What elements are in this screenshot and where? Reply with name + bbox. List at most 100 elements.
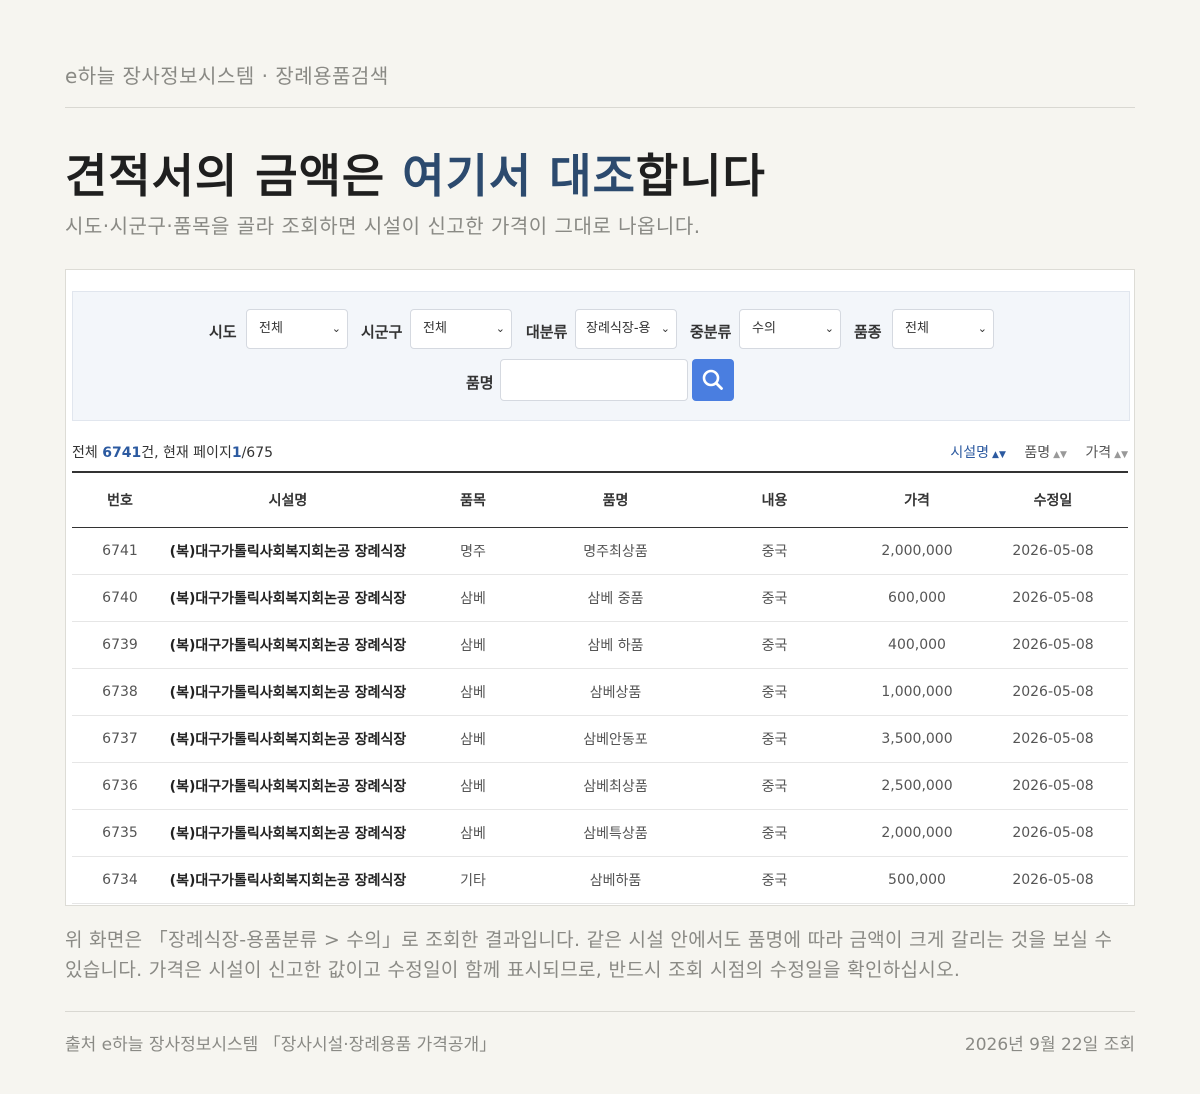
cell-facility: (복)대구가톨릭사회복지회논공 장례식장: [168, 527, 408, 575]
cell-facility: (복)대구가톨릭사회복지회논공 장례식장: [168, 668, 408, 716]
cell-price: 2,000,000: [856, 809, 978, 857]
cell-item-name: 삼베특상품: [538, 809, 693, 857]
search-button[interactable]: [692, 359, 734, 401]
total-count: 6741: [102, 445, 142, 461]
cell-modified: 2026-05-08: [978, 762, 1128, 810]
table-row[interactable]: 6735 (복)대구가톨릭사회복지회논공 장례식장 삼베 삼베특상품 중국 2,000,0…: [72, 809, 1128, 857]
title-accent: 여기서 대조: [402, 149, 636, 203]
cell-number: 6734: [72, 856, 168, 904]
cell-number: 6741: [72, 527, 168, 575]
result-count: 전체 6741건, 현재 페이지1/675: [72, 442, 273, 462]
cell-item-name: 삼베상품: [538, 668, 693, 716]
cell-facility: (복)대구가톨릭사회복지회논공 장례식장: [168, 715, 408, 763]
major-category-label: 대분류: [526, 323, 568, 341]
col-modified: 수정일: [978, 471, 1128, 528]
search-icon: [702, 369, 723, 390]
total-prefix: 전체: [72, 445, 103, 461]
table-header-row: 번호 시설명 품목 품명 내용 가격 수정일: [72, 471, 1128, 528]
cell-modified: 2026-05-08: [978, 574, 1128, 622]
divider: [65, 107, 1135, 108]
cell-modified: 2026-05-08: [978, 668, 1128, 716]
item-name-input[interactable]: [500, 359, 688, 401]
cell-item-name: 삼베안동포: [538, 715, 693, 763]
sort-controls: 시설명 ▲▼ 품명 ▲▼ 가격 ▲▼: [936, 442, 1128, 462]
cell-origin: 중국: [693, 527, 856, 575]
lookup-date: 2026년 9월 22일 조회: [964, 1035, 1135, 1055]
sort-item[interactable]: 품명 ▲▼: [1024, 445, 1067, 461]
cell-price: 600,000: [856, 574, 978, 622]
cell-category: 삼베: [408, 621, 538, 669]
sort-icon: ▲▼: [992, 450, 1006, 460]
page-subtitle: 시도·시군구·품목을 골라 조회하면 시설이 신고한 가격이 그대로 나옵니다.: [65, 214, 701, 238]
screenshot-frame: 시도 전체 ⌄ 시군구 전체 ⌄ 대분류 장례식장-용 ⌄ 중분류 수의 ⌄ 품종 전체…: [65, 269, 1135, 906]
cell-category: 삼베: [408, 809, 538, 857]
col-origin: 내용: [693, 471, 856, 528]
sort-facility[interactable]: 시설명 ▲▼: [950, 445, 1005, 461]
cell-number: 6735: [72, 809, 168, 857]
chevron-down-icon: ⌄: [331, 322, 341, 335]
cell-origin: 중국: [693, 809, 856, 857]
sigungu-value: 전체: [423, 321, 447, 336]
table-row[interactable]: 6737 (복)대구가톨릭사회복지회논공 장례식장 삼베 삼베안동포 중국 3,500,0…: [72, 715, 1128, 763]
cell-item-name: 삼베 하품: [538, 621, 693, 669]
cell-origin: 중국: [693, 574, 856, 622]
title-text-end: 합니다: [635, 149, 766, 203]
sort-price[interactable]: 가격 ▲▼: [1085, 445, 1128, 461]
col-facility: 시설명: [168, 471, 408, 528]
table-row[interactable]: 6736 (복)대구가톨릭사회복지회논공 장례식장 삼베 삼베최상품 중국 2,500,0…: [72, 762, 1128, 810]
title-text: 견적서의 금액은: [65, 149, 403, 203]
cell-number: 6740: [72, 574, 168, 622]
table-row[interactable]: 6738 (복)대구가톨릭사회복지회논공 장례식장 삼베 삼베상품 중국 1,000,00…: [72, 668, 1128, 716]
source-note: 출처 e하늘 장사정보시스템 「장사시설·장례용품 가격공개」: [65, 1035, 497, 1055]
kind-select[interactable]: 전체 ⌄: [892, 309, 994, 349]
cell-facility: (복)대구가톨릭사회복지회논공 장례식장: [168, 574, 408, 622]
cell-origin: 중국: [693, 621, 856, 669]
kind-value: 전체: [905, 321, 929, 336]
caption: 위 화면은 「장례식장-용품분류 > 수의」로 조회한 결과입니다. 같은 시설…: [65, 929, 1113, 981]
cell-price: 3,500,000: [856, 715, 978, 763]
sido-value: 전체: [259, 321, 283, 336]
chevron-down-icon: ⌄: [495, 322, 505, 335]
cell-category: 명주: [408, 527, 538, 575]
table-row[interactable]: 6739 (복)대구가톨릭사회복지회논공 장례식장 삼베 삼베 하품 중국 400,000…: [72, 621, 1128, 669]
cell-price: 400,000: [856, 621, 978, 669]
col-item-name: 품명: [538, 471, 693, 528]
middle-category-label: 중분류: [690, 323, 732, 341]
price-table: 번호 시설명 품목 품명 내용 가격 수정일 6741 (복)대구가톨릭사회복지회…: [72, 471, 1128, 904]
cell-price: 2,000,000: [856, 527, 978, 575]
divider: [65, 1011, 1135, 1012]
cell-category: 삼베: [408, 715, 538, 763]
chevron-down-icon: ⌄: [660, 322, 670, 335]
table-row[interactable]: 6741 (복)대구가톨릭사회복지회논공 장례식장 명주 명주최상품 중국 2,000,0…: [72, 527, 1128, 575]
total-suffix: 건, 현재 페이지: [141, 445, 232, 461]
cell-price: 500,000: [856, 856, 978, 904]
cell-category: 삼베: [408, 668, 538, 716]
sort-price-label: 가격: [1085, 445, 1112, 461]
total-pages: /675: [241, 445, 274, 461]
cell-category: 기타: [408, 856, 538, 904]
cell-number: 6739: [72, 621, 168, 669]
cell-item-name: 삼베 중품: [538, 574, 693, 622]
cell-facility: (복)대구가톨릭사회복지회논공 장례식장: [168, 762, 408, 810]
breadcrumb: e하늘 장사정보시스템 · 장례용품검색: [65, 64, 389, 88]
sigungu-select[interactable]: 전체 ⌄: [410, 309, 512, 349]
cell-modified: 2026-05-08: [978, 715, 1128, 763]
cell-number: 6737: [72, 715, 168, 763]
item-name-label: 품명: [466, 374, 494, 392]
cell-price: 1,000,000: [856, 668, 978, 716]
col-number: 번호: [72, 471, 168, 528]
major-category-select[interactable]: 장례식장-용 ⌄: [575, 309, 677, 349]
cell-facility: (복)대구가톨릭사회복지회논공 장례식장: [168, 809, 408, 857]
cell-number: 6738: [72, 668, 168, 716]
table-row[interactable]: 6734 (복)대구가톨릭사회복지회논공 장례식장 기타 삼베하품 중국 500,000 2…: [72, 856, 1128, 904]
middle-category-select[interactable]: 수의 ⌄: [739, 309, 841, 349]
cell-origin: 중국: [693, 668, 856, 716]
cell-origin: 중국: [693, 762, 856, 810]
sigungu-label: 시군구: [361, 323, 403, 341]
cell-modified: 2026-05-08: [978, 856, 1128, 904]
col-price: 가격: [856, 471, 978, 528]
filter-panel: 시도 전체 ⌄ 시군구 전체 ⌄ 대분류 장례식장-용 ⌄ 중분류 수의 ⌄ 품종 전체…: [72, 291, 1130, 421]
current-page: 1: [231, 445, 242, 461]
table-row[interactable]: 6740 (복)대구가톨릭사회복지회논공 장례식장 삼베 삼베 중품 중국 600,000…: [72, 574, 1128, 622]
sido-select[interactable]: 전체 ⌄: [246, 309, 348, 349]
